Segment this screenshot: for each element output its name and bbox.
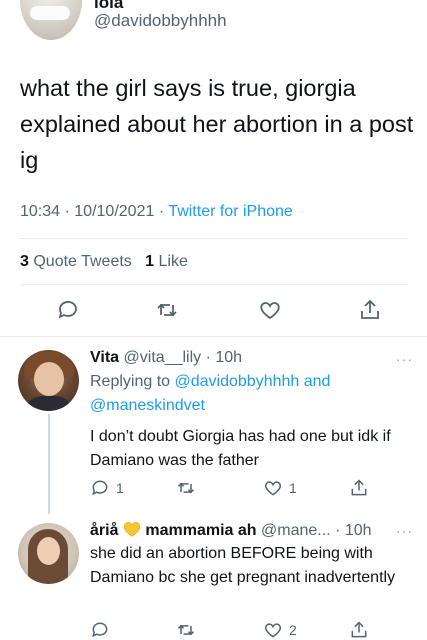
like-button[interactable]: 1 xyxy=(263,478,297,498)
more-icon[interactable]: ··· xyxy=(396,523,413,539)
more-icon[interactable]: ··· xyxy=(394,0,413,8)
avatar[interactable] xyxy=(20,0,82,40)
reply-button[interactable] xyxy=(90,620,116,640)
avatar[interactable] xyxy=(18,350,79,411)
quote-label: Quote Tweets xyxy=(33,253,132,270)
like-icon xyxy=(264,481,282,496)
quote-count: 3 xyxy=(20,253,29,270)
reply-icon xyxy=(92,480,108,496)
like-button[interactable]: 2 xyxy=(263,620,297,640)
like-count: 1 xyxy=(145,253,155,270)
retweet-icon xyxy=(177,482,195,494)
retweet-icon[interactable] xyxy=(153,296,181,324)
meta-separator: · xyxy=(64,203,70,220)
more-icon[interactable]: ··· xyxy=(396,351,413,367)
reply-button[interactable]: 1 xyxy=(90,478,124,498)
retweet-button[interactable] xyxy=(176,478,202,498)
tweet-time[interactable]: 10:34 xyxy=(20,203,60,220)
mention-link[interactable]: @maneskindvet xyxy=(90,397,205,414)
share-icon xyxy=(351,479,367,496)
reply-icon xyxy=(92,622,108,638)
reply-actions: 1 1 xyxy=(0,478,427,500)
like-count: 2 xyxy=(289,622,297,638)
tweet-source[interactable]: Twitter for iPhone xyxy=(168,203,293,220)
tweet-stats: 3 Quote Tweets 1 Like xyxy=(20,253,188,271)
reply-tweet[interactable]: åriå mammamia ah @mane... · 10h ··· she … xyxy=(0,507,427,640)
share-icon xyxy=(351,621,367,638)
reply-icon[interactable] xyxy=(54,296,82,324)
tweet-date[interactable]: 10/10/2021 xyxy=(74,203,154,220)
share-icon[interactable] xyxy=(356,296,384,324)
mention-link[interactable]: @davidobbyhhhh xyxy=(175,373,300,390)
replying-prefix: Replying to xyxy=(90,373,171,390)
avatar[interactable] xyxy=(18,523,79,584)
replying-and[interactable]: and xyxy=(304,373,331,390)
reply-actions: 2 xyxy=(0,620,427,640)
reply-header: Vita @vita__lily · 10h xyxy=(90,349,242,367)
reply-text: I don’t doubt Giorgia has had one but id… xyxy=(90,428,391,469)
share-button[interactable] xyxy=(349,478,369,498)
meta-separator: · xyxy=(158,203,165,220)
author-handle[interactable]: @vita__lily xyxy=(124,349,202,366)
yellow-heart-emoji xyxy=(123,522,140,537)
reply-time[interactable]: · 10h xyxy=(206,349,242,366)
author-name-suffix[interactable]: mammamia ah xyxy=(145,522,256,539)
author-name[interactable]: Vita xyxy=(90,349,119,366)
share-button[interactable] xyxy=(349,620,369,640)
tweet-meta: 10:34 · 10/10/2021 · Twitter for iPhone xyxy=(20,203,293,221)
author-handle[interactable]: @davidobbyhhhh xyxy=(94,11,227,31)
reply-time[interactable]: · 10h xyxy=(335,522,371,539)
main-tweet: lola @davidobbyhhhh ··· what the girl sa… xyxy=(0,0,427,336)
divider xyxy=(20,284,407,285)
likes-link[interactable]: 1 Like xyxy=(145,253,188,270)
divider xyxy=(20,238,407,239)
retweet-icon xyxy=(177,624,195,636)
like-count: 1 xyxy=(289,480,297,496)
author-name[interactable]: åriå xyxy=(90,522,118,539)
tweet-actions xyxy=(0,296,427,326)
reply-tweet[interactable]: Vita @vita__lily · 10h ··· Replying to @… xyxy=(0,337,427,507)
thread-connector xyxy=(48,414,50,514)
retweet-button[interactable] xyxy=(176,620,202,640)
reply-text: she did an abortion BEFORE being with Da… xyxy=(90,545,396,586)
author-handle[interactable]: @mane... xyxy=(261,522,331,539)
like-label: Like xyxy=(158,253,188,270)
tweet-text: what the girl says is true, giorgia expl… xyxy=(20,75,414,173)
quote-tweets-link[interactable]: 3 Quote Tweets xyxy=(20,253,132,270)
like-icon[interactable] xyxy=(256,296,284,324)
reply-count: 1 xyxy=(116,480,124,496)
like-icon xyxy=(264,623,282,638)
reply-header: åriå mammamia ah @mane... · 10h xyxy=(90,521,372,540)
replying-to: Replying to @davidobbyhhhh and @maneskin… xyxy=(90,370,410,418)
